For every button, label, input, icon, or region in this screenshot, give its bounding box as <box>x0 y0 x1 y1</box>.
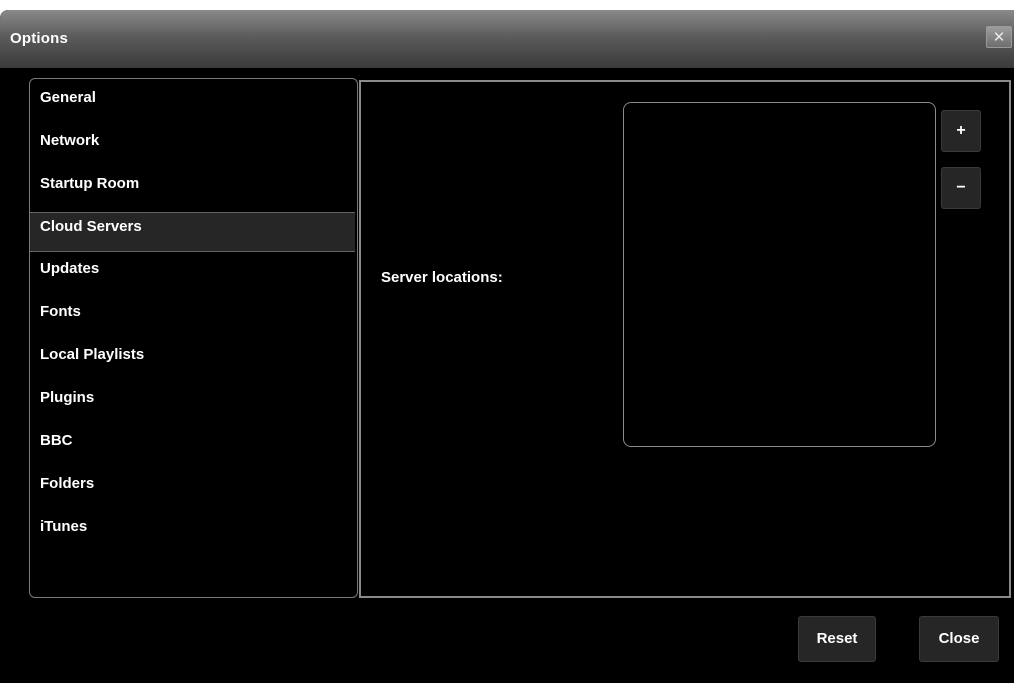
title-bar: Options ✕ <box>0 10 1014 68</box>
cloud-servers-panel: Server locations: + − <box>359 80 1011 598</box>
options-window: Options ✕ General Network Startup Room C… <box>0 10 1014 683</box>
sidebar-item-label: Folders <box>40 475 95 492</box>
remove-server-button[interactable]: − <box>941 167 981 209</box>
sidebar-item-updates[interactable]: Updates <box>30 260 355 300</box>
sidebar-item-cloud-servers[interactable]: Cloud Servers <box>30 212 355 252</box>
sidebar-item-folders[interactable]: Folders <box>30 475 355 515</box>
window-title: Options <box>10 30 69 47</box>
sidebar-item-label: Plugins <box>40 389 95 406</box>
sidebar-item-label: BBC <box>40 432 73 449</box>
close-icon[interactable]: ✕ <box>986 26 1012 48</box>
sidebar-item-label: Fonts <box>40 303 81 320</box>
sidebar-item-label: Cloud Servers <box>40 218 142 235</box>
plus-icon: + <box>956 122 966 139</box>
server-locations-list[interactable] <box>623 102 936 447</box>
sidebar-item-label: General <box>40 89 96 106</box>
sidebar-item-label: Network <box>40 132 100 149</box>
sidebar-item-label: Updates <box>40 260 100 277</box>
sidebar-item-general[interactable]: General <box>30 89 355 129</box>
sidebar-item-label: iTunes <box>40 518 88 535</box>
sidebar-item-network[interactable]: Network <box>30 132 355 172</box>
options-sidebar: General Network Startup Room Cloud Serve… <box>29 78 358 598</box>
server-locations-label: Server locations: <box>381 269 503 286</box>
reset-button[interactable]: Reset <box>798 616 876 662</box>
sidebar-item-startup-room[interactable]: Startup Room <box>30 175 355 215</box>
sidebar-item-itunes[interactable]: iTunes <box>30 518 355 558</box>
sidebar-item-bbc[interactable]: BBC <box>30 432 355 472</box>
sidebar-item-local-playlists[interactable]: Local Playlists <box>30 346 355 386</box>
sidebar-item-label: Local Playlists <box>40 346 145 363</box>
sidebar-item-plugins[interactable]: Plugins <box>30 389 355 429</box>
close-button[interactable]: Close <box>919 616 999 662</box>
sidebar-item-label: Startup Room <box>40 175 140 192</box>
sidebar-item-fonts[interactable]: Fonts <box>30 303 355 343</box>
minus-icon: − <box>956 179 966 196</box>
add-server-button[interactable]: + <box>941 110 981 152</box>
